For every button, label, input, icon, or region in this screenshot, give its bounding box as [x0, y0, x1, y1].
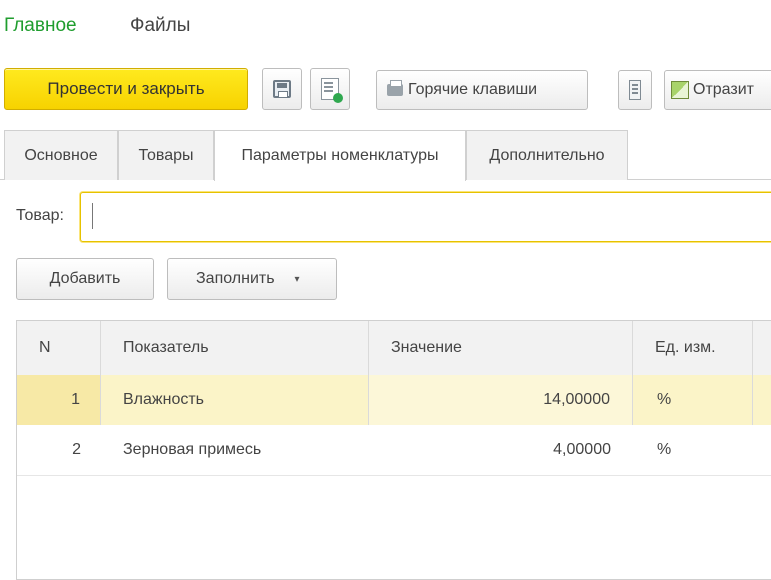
product-input[interactable]: [80, 192, 771, 242]
reflect-label: Отразит: [693, 81, 754, 98]
reflect-icon: [671, 81, 689, 99]
nav-tab-files[interactable]: Файлы: [130, 14, 190, 38]
row-value: 4,00000: [553, 441, 611, 458]
tab-goods[interactable]: Товары: [118, 130, 214, 180]
tab-main[interactable]: Основное: [4, 130, 118, 180]
printer-icon: [387, 80, 403, 96]
save-button[interactable]: [262, 68, 302, 110]
post-and-close-button[interactable]: Провести и закрыть: [4, 68, 248, 110]
tab-additional[interactable]: Дополнительно: [466, 130, 628, 180]
product-field-label: Товар:: [16, 207, 64, 224]
post-and-close-label: Провести и закрыть: [47, 79, 205, 98]
fill-button-label: Заполнить: [196, 270, 275, 287]
text-cursor: [92, 203, 93, 229]
reflect-button[interactable]: Отразит: [664, 70, 771, 110]
document-status-button[interactable]: [310, 68, 350, 110]
floppy-icon: [273, 80, 291, 98]
row-unit: %: [633, 375, 753, 425]
column-header-value[interactable]: Значение: [369, 321, 633, 375]
table-row[interactable]: 1 Влажность 14,00000 %: [17, 375, 771, 426]
document-status-icon: [321, 78, 343, 103]
column-header-indicator[interactable]: Показатель: [101, 321, 369, 375]
add-button-label: Добавить: [49, 270, 121, 287]
column-header-n[interactable]: N: [17, 321, 101, 375]
nav-tab-main[interactable]: Главное: [4, 14, 77, 38]
row-indicator: Влажность: [101, 375, 369, 425]
column-header-unit[interactable]: Ед. изм.: [633, 321, 753, 375]
add-button[interactable]: Добавить: [16, 258, 154, 300]
table-header: N Показатель Значение Ед. изм.: [17, 321, 771, 376]
tab-nomenclature-parameters[interactable]: Параметры номенклатуры: [214, 130, 466, 181]
row-number: 1: [17, 375, 101, 425]
parameters-table: N Показатель Значение Ед. изм. 1 Влажнос…: [16, 320, 771, 580]
table-row[interactable]: 2 Зерновая примесь 4,00000 %: [17, 425, 771, 476]
row-indicator: Зерновая примесь: [123, 441, 262, 458]
row-unit: %: [657, 441, 672, 458]
chevron-down-icon: ▾: [294, 273, 300, 285]
column-header-extra: [753, 321, 771, 375]
hotkeys-label: Горячие клавиши: [408, 81, 538, 98]
list-icon: [629, 80, 641, 100]
row-number: 2: [72, 441, 81, 458]
list-button[interactable]: [618, 70, 652, 110]
fill-dropdown-button[interactable]: Заполнить ▾: [167, 258, 337, 300]
hotkeys-button[interactable]: Горячие клавиши: [376, 70, 588, 110]
row-value: 14,00000: [369, 375, 633, 425]
